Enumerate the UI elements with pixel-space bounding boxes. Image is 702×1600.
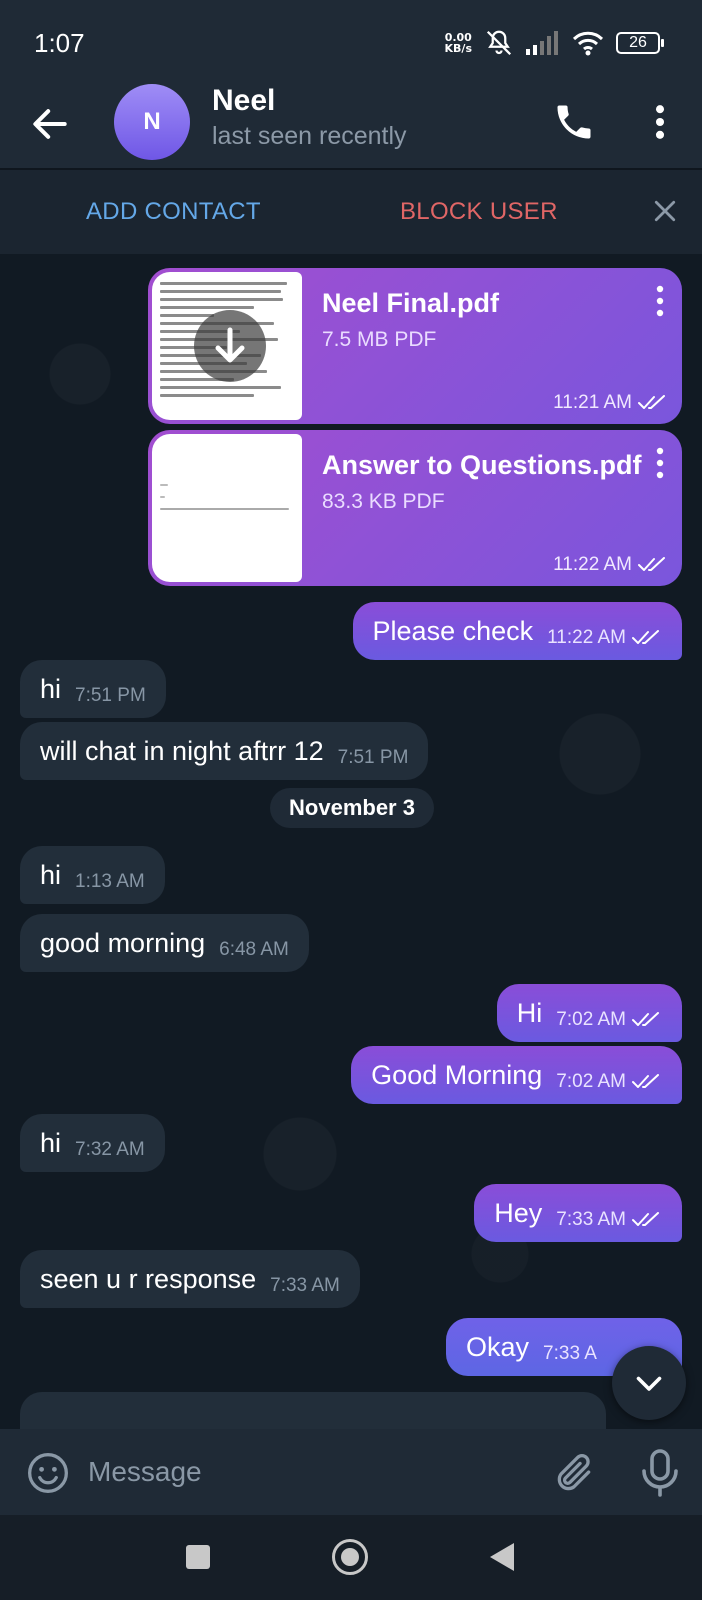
- pdf-thumbnail[interactable]: [152, 434, 302, 582]
- add-contact-button[interactable]: ADD CONTACT: [86, 198, 261, 226]
- contact-name[interactable]: Neel: [212, 84, 275, 118]
- incoming-message[interactable]: hi 1:13 AM: [20, 846, 165, 904]
- download-arrow-icon: [215, 327, 245, 363]
- emoji-icon[interactable]: [26, 1451, 70, 1495]
- outgoing-message[interactable]: Hey 7:33 AM: [474, 1184, 682, 1242]
- message-time: 7:02 AM: [556, 1071, 662, 1093]
- message-time: 7:32 AM: [75, 1139, 145, 1160]
- message-time: 7:33 AM: [270, 1275, 340, 1296]
- message-time: 7:02 AM: [556, 1009, 662, 1031]
- time-text: 11:21 AM: [553, 392, 632, 413]
- message-list[interactable]: Neel Final.pdf 7.5 MB PDF 11:21 AM Answe…: [0, 254, 702, 1429]
- more-vertical-icon[interactable]: [650, 284, 670, 318]
- outgoing-message[interactable]: Please check 11:22 AM: [352, 602, 682, 660]
- battery-indicator: 26: [616, 32, 664, 54]
- microphone-icon[interactable]: [640, 1449, 680, 1497]
- double-check-icon: [638, 395, 665, 409]
- message-time: 7:33 A: [543, 1343, 597, 1364]
- status-bar: 1:07 0.00 KB/s 26: [0, 0, 702, 82]
- outgoing-message[interactable]: Good Morning 7:02 AM: [351, 1046, 682, 1104]
- contact-status: last seen recently: [212, 122, 407, 150]
- message-text: hi: [40, 1127, 62, 1158]
- message-time: 11:22 AM: [553, 554, 668, 576]
- time-text: 7:33 AM: [556, 1209, 626, 1230]
- network-speed: 0.00 KB/s: [445, 32, 472, 54]
- status-icons: 0.00 KB/s 26: [445, 26, 664, 60]
- file-message[interactable]: Neel Final.pdf 7.5 MB PDF 11:21 AM: [148, 268, 682, 424]
- date-separator: November 3: [270, 788, 434, 828]
- message-text: Okay: [466, 1331, 530, 1362]
- block-user-button[interactable]: BLOCK USER: [400, 198, 558, 226]
- network-speed-unit: KB/s: [444, 42, 472, 55]
- composer-bar: [0, 1429, 702, 1515]
- message-input[interactable]: [88, 1449, 508, 1495]
- file-name: Answer to Questions.pdf: [322, 450, 642, 480]
- file-size: 83.3 KB PDF: [322, 490, 445, 513]
- chat-header: N Neel last seen recently: [0, 82, 702, 168]
- incoming-message[interactable]: hi 7:32 AM: [20, 1114, 165, 1172]
- message-text: Hi: [516, 997, 543, 1028]
- message-text: hi: [40, 673, 62, 704]
- message-text: will chat in night aftrr 12: [40, 735, 324, 766]
- chevron-down-icon: [636, 1376, 662, 1391]
- time-text: 7:02 AM: [556, 1009, 626, 1030]
- message-time: 1:13 AM: [75, 871, 145, 892]
- status-time: 1:07: [34, 28, 85, 58]
- avatar[interactable]: N: [114, 84, 190, 160]
- message-time: 6:48 AM: [219, 939, 289, 960]
- wifi-icon: [572, 31, 604, 56]
- message-time: 7:51 PM: [337, 747, 409, 768]
- close-icon[interactable]: [650, 196, 680, 226]
- outgoing-message[interactable]: Hi 7:02 AM: [496, 984, 682, 1042]
- paperclip-icon[interactable]: [552, 1451, 596, 1495]
- phone-icon[interactable]: [552, 100, 596, 144]
- mute-bell-icon: [486, 30, 512, 56]
- home-button[interactable]: [332, 1539, 368, 1575]
- unknown-contact-bar: ADD CONTACT BLOCK USER: [0, 170, 702, 254]
- message-time: 7:51 PM: [75, 685, 146, 706]
- system-nav-bar: [0, 1515, 702, 1600]
- incoming-message[interactable]: will chat in night aftrr 12 7:51 PM: [20, 722, 429, 780]
- message-text: Hey: [494, 1197, 543, 1228]
- time-text: 7:02 AM: [556, 1071, 626, 1092]
- double-check-icon: [632, 1074, 659, 1088]
- file-size: 7.5 MB PDF: [322, 328, 437, 351]
- more-vertical-icon[interactable]: [638, 100, 682, 144]
- double-check-icon: [638, 557, 665, 571]
- incoming-message[interactable]: [20, 1392, 606, 1429]
- time-text: 11:22 AM: [553, 554, 632, 575]
- message-text: Please check: [372, 615, 534, 646]
- file-name: Neel Final.pdf: [322, 288, 500, 318]
- time-text: 11:22 AM: [547, 627, 626, 648]
- recent-apps-button[interactable]: [186, 1545, 210, 1569]
- file-message[interactable]: Answer to Questions.pdf 83.3 KB PDF 11:2…: [148, 430, 682, 586]
- incoming-message[interactable]: good morning 6:48 AM: [20, 914, 309, 972]
- double-check-icon: [632, 630, 659, 644]
- back-button[interactable]: [490, 1543, 514, 1571]
- double-check-icon: [632, 1212, 659, 1226]
- message-text: good morning: [40, 927, 206, 958]
- message-text: seen u r response: [40, 1263, 257, 1294]
- incoming-message[interactable]: seen u r response 7:33 AM: [20, 1250, 360, 1308]
- message-text: hi: [40, 859, 62, 890]
- message-time: 11:22 AM: [547, 627, 662, 649]
- incoming-message[interactable]: hi 7:51 PM: [20, 660, 166, 718]
- signal-icon: [526, 31, 558, 55]
- message-time: 7:33 AM: [556, 1209, 662, 1231]
- download-button[interactable]: [194, 310, 266, 382]
- more-vertical-icon[interactable]: [650, 446, 670, 480]
- pdf-thumbnail[interactable]: [152, 272, 302, 420]
- double-check-icon: [632, 1012, 659, 1026]
- message-time: 11:21 AM: [553, 392, 668, 414]
- message-text: Good Morning: [371, 1059, 543, 1090]
- scroll-down-button[interactable]: [612, 1346, 686, 1420]
- back-arrow-icon[interactable]: [28, 102, 72, 146]
